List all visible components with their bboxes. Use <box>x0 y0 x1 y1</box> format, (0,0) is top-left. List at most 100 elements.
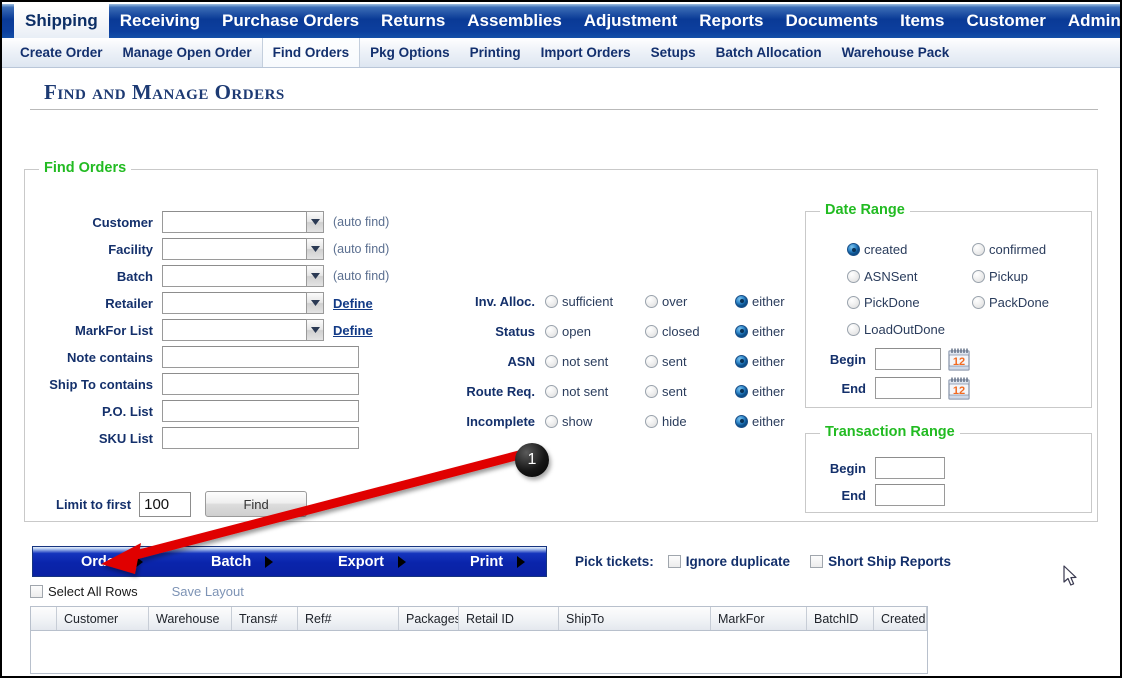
find-button[interactable]: Find <box>205 491 308 517</box>
date-range-radio-loadoutdone[interactable]: LoadOutDone <box>847 322 945 337</box>
radio-button-icon[interactable] <box>972 296 985 309</box>
chevron-down-icon[interactable] <box>306 319 324 341</box>
subnav-tab-manage-open-order[interactable]: Manage Open Order <box>113 38 262 67</box>
select-all-rows-checkbox[interactable] <box>30 585 43 598</box>
radio-button-icon[interactable] <box>847 243 860 256</box>
calendar-icon[interactable]: 12 <box>948 376 970 400</box>
grid-column-header-packages[interactable]: Packages <box>399 607 459 630</box>
subnav-tab-find-orders[interactable]: Find Orders <box>261 38 361 67</box>
orders-grid-body[interactable] <box>31 631 927 673</box>
input-facility[interactable] <box>162 238 306 260</box>
input-sku-list[interactable] <box>162 427 359 449</box>
radio-button-icon[interactable] <box>645 324 658 338</box>
calendar-icon[interactable]: 12 <box>948 347 970 371</box>
radio-button-icon[interactable] <box>847 323 860 336</box>
date-range-radio-created[interactable]: created <box>847 242 907 257</box>
date-end-input[interactable] <box>875 377 941 399</box>
radio-button-icon[interactable] <box>545 414 558 428</box>
radio-status-either[interactable]: either <box>735 320 785 342</box>
radio-button-icon[interactable] <box>645 384 658 398</box>
radio-button-icon[interactable] <box>545 324 558 338</box>
grid-column-header-trans-[interactable]: Trans# <box>232 607 298 630</box>
radio-status-closed[interactable]: closed <box>645 320 700 342</box>
radio-incomplete-either[interactable]: either <box>735 410 785 432</box>
nav-tab-shipping[interactable]: Shipping <box>14 4 109 38</box>
combo-customer[interactable] <box>162 211 324 233</box>
radio-button-icon[interactable] <box>735 294 748 308</box>
radio-asn-not-sent[interactable]: not sent <box>545 350 608 372</box>
grid-column-header-warehouse[interactable]: Warehouse <box>149 607 232 630</box>
radio-incomplete-show[interactable]: show <box>545 410 592 432</box>
subnav-tab-import-orders[interactable]: Import Orders <box>531 38 641 67</box>
grid-column-header-markfor[interactable]: MarkFor <box>711 607 807 630</box>
save-layout-link[interactable]: Save Layout <box>172 584 244 599</box>
checkbox-icon[interactable] <box>810 555 824 568</box>
nav-tab-assemblies[interactable]: Assemblies <box>456 4 573 38</box>
radio-route-req-either[interactable]: either <box>735 380 785 402</box>
input-p-o-list[interactable] <box>162 400 359 422</box>
chevron-down-icon[interactable] <box>306 292 324 314</box>
radio-button-icon[interactable] <box>735 354 748 368</box>
input-ship-to-contains[interactable] <box>162 373 359 395</box>
nav-tab-customer[interactable]: Customer <box>956 4 1057 38</box>
nav-tab-purchase-orders[interactable]: Purchase Orders <box>211 4 370 38</box>
subnav-tab-warehouse-pack[interactable]: Warehouse Pack <box>832 38 960 67</box>
action-export-menu[interactable]: Export <box>338 554 406 570</box>
radio-button-icon[interactable] <box>645 414 658 428</box>
action-batch-menu[interactable]: Batch <box>211 554 274 570</box>
grid-column-header-shipto[interactable]: ShipTo <box>559 607 711 630</box>
checkbox-ignore-duplicate[interactable]: Ignore duplicate <box>667 554 790 569</box>
radio-button-icon[interactable] <box>545 294 558 308</box>
date-range-radio-asnsent[interactable]: ASNSent <box>847 269 917 284</box>
subnav-tab-pkg-options[interactable]: Pkg Options <box>360 38 460 67</box>
action-order-menu[interactable]: Order <box>81 554 143 570</box>
grid-column-header-batchid[interactable]: BatchID <box>807 607 874 630</box>
transaction-begin-input[interactable] <box>875 457 945 479</box>
subnav-tab-create-order[interactable]: Create Order <box>10 38 113 67</box>
radio-button-icon[interactable] <box>735 324 748 338</box>
radio-button-icon[interactable] <box>545 354 558 368</box>
radio-inv-alloc-sufficient[interactable]: sufficient <box>545 290 613 312</box>
radio-button-icon[interactable] <box>847 296 860 309</box>
nav-tab-adjustment[interactable]: Adjustment <box>573 4 689 38</box>
date-range-radio-confirmed[interactable]: confirmed <box>972 242 1046 257</box>
grid-column-header-customer[interactable]: Customer <box>57 607 149 630</box>
limit-input[interactable] <box>139 491 192 517</box>
date-range-radio-pickup[interactable]: Pickup <box>972 269 1028 284</box>
radio-button-icon[interactable] <box>645 354 658 368</box>
date-range-radio-packdone[interactable]: PackDone <box>972 295 1049 310</box>
grid-column-header-select[interactable] <box>31 607 57 630</box>
checkbox-short-ship-reports[interactable]: Short Ship Reports <box>810 554 951 569</box>
radio-inv-alloc-over[interactable]: over <box>645 290 687 312</box>
radio-asn-sent[interactable]: sent <box>645 350 687 372</box>
combo-markfor-list[interactable] <box>162 319 324 341</box>
radio-route-req-not-sent[interactable]: not sent <box>545 380 608 402</box>
subnav-tab-batch-allocation[interactable]: Batch Allocation <box>706 38 832 67</box>
combo-retailer[interactable] <box>162 292 324 314</box>
chevron-down-icon[interactable] <box>306 265 324 287</box>
subnav-tab-setups[interactable]: Setups <box>641 38 706 67</box>
input-customer[interactable] <box>162 211 306 233</box>
radio-button-icon[interactable] <box>735 414 748 428</box>
grid-column-header-ref-[interactable]: Ref# <box>298 607 399 630</box>
radio-route-req-sent[interactable]: sent <box>645 380 687 402</box>
input-note-contains[interactable] <box>162 346 359 368</box>
nav-tab-documents[interactable]: Documents <box>775 4 890 38</box>
radio-button-icon[interactable] <box>847 270 860 283</box>
radio-incomplete-hide[interactable]: hide <box>645 410 687 432</box>
combo-facility[interactable] <box>162 238 324 260</box>
radio-button-icon[interactable] <box>972 270 985 283</box>
nav-tab-admin[interactable]: Admin <box>1057 4 1120 38</box>
radio-button-icon[interactable] <box>972 243 985 256</box>
grid-column-header-retail-id[interactable]: Retail ID <box>459 607 559 630</box>
define-link-retailer[interactable]: Define <box>333 296 373 311</box>
define-link-markfor-list[interactable]: Define <box>333 323 373 338</box>
radio-button-icon[interactable] <box>645 294 658 308</box>
radio-button-icon[interactable] <box>545 384 558 398</box>
combo-batch[interactable] <box>162 265 324 287</box>
nav-tab-reports[interactable]: Reports <box>688 4 774 38</box>
grid-column-header-created[interactable]: Created <box>874 607 927 630</box>
transaction-end-input[interactable] <box>875 484 945 506</box>
nav-tab-returns[interactable]: Returns <box>370 4 456 38</box>
input-retailer[interactable] <box>162 292 306 314</box>
